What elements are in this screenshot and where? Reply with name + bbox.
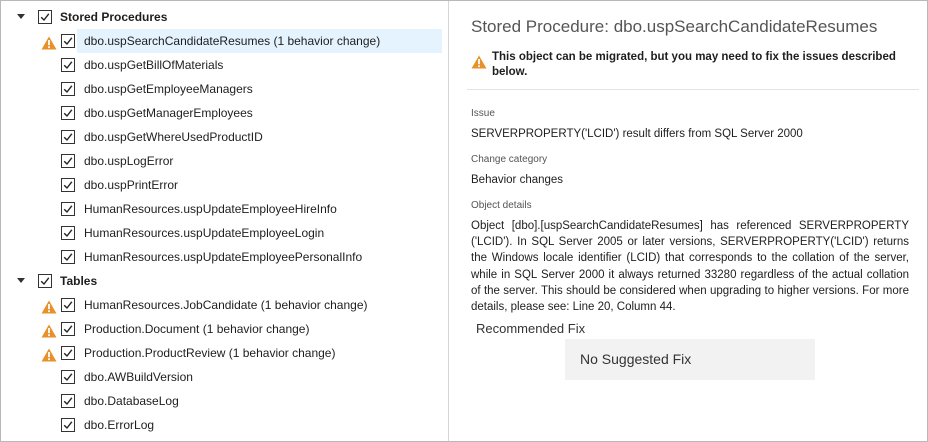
tree-item-label: dbo.ErrorLog: [84, 418, 155, 432]
tree-item-label: Production.ProductReview (1 behavior cha…: [84, 346, 336, 360]
checkmark-icon: [40, 277, 50, 286]
tree-item-label: dbo.AWBuildVersion: [84, 370, 193, 384]
migration-assessment-window: Stored Procedures dbo.uspSearchCandidateR…: [0, 0, 928, 442]
checkmark-icon: [63, 109, 73, 118]
banner-message: This object can be migrated, but you may…: [492, 51, 896, 78]
checkmark-icon: [40, 13, 50, 22]
tree-item[interactable]: dbo.uspGetBillOfMaterials: [1, 53, 447, 77]
item-checkbox[interactable]: [61, 226, 75, 240]
checkmark-icon: [63, 61, 73, 70]
change-category-value: Behavior changes: [471, 174, 564, 186]
warning-icon: [41, 346, 57, 362]
tree-item[interactable]: dbo.uspGetEmployeeManagers: [1, 77, 447, 101]
warning-banner: This object can be migrated, but you may…: [467, 45, 917, 83]
item-checkbox[interactable]: [61, 106, 75, 120]
group-checkbox[interactable]: [38, 10, 52, 24]
tree-item-label: HumanResources.uspUpdateEmployeeHireInfo: [84, 202, 337, 216]
checkmark-icon: [63, 229, 73, 238]
separator: [467, 89, 919, 90]
expand-arrow-icon[interactable]: [17, 278, 25, 283]
item-checkbox[interactable]: [61, 298, 75, 312]
group-checkbox[interactable]: [38, 274, 52, 288]
tree-item-label: dbo.uspPrintError: [84, 178, 179, 192]
checkmark-icon: [63, 85, 73, 94]
tree-item-label: dbo.uspGetManagerEmployees: [84, 106, 253, 120]
item-checkbox[interactable]: [61, 34, 75, 48]
checkmark-icon: [63, 325, 73, 334]
checkmark-icon: [63, 301, 73, 310]
item-checkbox[interactable]: [61, 154, 75, 168]
tree-item[interactable]: Production.Document (1 behavior change): [1, 317, 447, 341]
tree-group-label: Tables: [60, 274, 98, 288]
tree-item-label: dbo.uspSearchCandidateResumes (1 behavio…: [84, 34, 381, 48]
tree-item[interactable]: dbo.AWBuildVersion: [1, 365, 447, 389]
tree-item-label: HumanResources.uspUpdateEmployeePersonal…: [84, 250, 363, 264]
warning-icon: [471, 55, 487, 69]
item-checkbox[interactable]: [61, 58, 75, 72]
checkmark-icon: [63, 253, 73, 262]
checkmark-icon: [63, 37, 73, 46]
tree-item-label: dbo.uspLogError: [84, 154, 174, 168]
tree-group[interactable]: Tables: [1, 269, 447, 293]
object-details-label: Object details: [471, 200, 532, 211]
checkmark-icon: [63, 373, 73, 382]
tree-item[interactable]: dbo.uspPrintError: [1, 173, 447, 197]
issue-label: Issue: [471, 108, 495, 119]
recommended-fix-label: Recommended Fix: [476, 321, 586, 336]
item-checkbox[interactable]: [61, 202, 75, 216]
tree-item[interactable]: HumanResources.uspUpdateEmployeeLogin: [1, 221, 447, 245]
checkmark-icon: [63, 205, 73, 214]
tree-item[interactable]: HumanResources.uspUpdateEmployeeHireInfo: [1, 197, 447, 221]
item-checkbox[interactable]: [61, 82, 75, 96]
item-checkbox[interactable]: [61, 322, 75, 336]
tree-item-label: dbo.DatabaseLog: [84, 394, 179, 408]
tree-item[interactable]: dbo.ErrorLog: [1, 413, 447, 437]
object-tree[interactable]: Stored Procedures dbo.uspSearchCandidateR…: [1, 1, 447, 441]
tree-item-label: dbo.uspGetWhereUsedProductID: [84, 130, 263, 144]
recommended-fix-box: No Suggested Fix: [565, 339, 815, 380]
warning-icon: [41, 298, 57, 314]
item-checkbox[interactable]: [61, 394, 75, 408]
tree-item[interactable]: HumanResources.uspUpdateEmployeePersonal…: [1, 245, 447, 269]
warning-icon: [41, 322, 57, 338]
tree-item[interactable]: dbo.uspSearchCandidateResumes (1 behavio…: [1, 29, 447, 53]
checkmark-icon: [63, 421, 73, 430]
tree-item[interactable]: HumanResources.JobCandidate (1 behavior …: [1, 293, 447, 317]
checkmark-icon: [63, 349, 73, 358]
checkmark-icon: [63, 181, 73, 190]
tree-item[interactable]: Production.ProductReview (1 behavior cha…: [1, 341, 447, 365]
tree-item-label: dbo.uspGetEmployeeManagers: [84, 82, 253, 96]
tree-item[interactable]: dbo.uspGetManagerEmployees: [1, 101, 447, 125]
expand-arrow-icon[interactable]: [17, 14, 25, 19]
item-checkbox[interactable]: [61, 130, 75, 144]
tree-item-label: HumanResources.uspUpdateEmployeeLogin: [84, 226, 325, 240]
checkmark-icon: [63, 133, 73, 142]
tree-group[interactable]: Stored Procedures: [1, 5, 447, 29]
change-category-label: Change category: [471, 154, 548, 165]
tree-item[interactable]: dbo.uspLogError: [1, 149, 447, 173]
tree-item-label: HumanResources.JobCandidate (1 behavior …: [84, 298, 368, 312]
tree-item[interactable]: dbo.uspGetWhereUsedProductID: [1, 125, 447, 149]
tree-item[interactable]: dbo.DatabaseLog: [1, 389, 447, 413]
issue-value: SERVERPROPERTY('LCID') result differs fr…: [471, 128, 803, 140]
detail-title: Stored Procedure: dbo.uspSearchCandidate…: [471, 17, 878, 36]
tree-group-label: Stored Procedures: [60, 10, 168, 24]
object-details-text: Object [dbo].[uspSearchCandidateResumes]…: [471, 220, 909, 314]
checkmark-icon: [63, 157, 73, 166]
tree-item-label: Production.Document (1 behavior change): [84, 322, 310, 336]
item-checkbox[interactable]: [61, 178, 75, 192]
item-checkbox[interactable]: [61, 346, 75, 360]
recommended-fix-value: No Suggested Fix: [580, 351, 692, 367]
detail-pane: Stored Procedure: dbo.uspSearchCandidate…: [449, 1, 927, 441]
item-checkbox[interactable]: [61, 418, 75, 432]
item-checkbox[interactable]: [61, 250, 75, 264]
warning-icon: [41, 34, 57, 50]
checkmark-icon: [63, 397, 73, 406]
item-checkbox[interactable]: [61, 370, 75, 384]
tree-item-label: dbo.uspGetBillOfMaterials: [84, 58, 224, 72]
